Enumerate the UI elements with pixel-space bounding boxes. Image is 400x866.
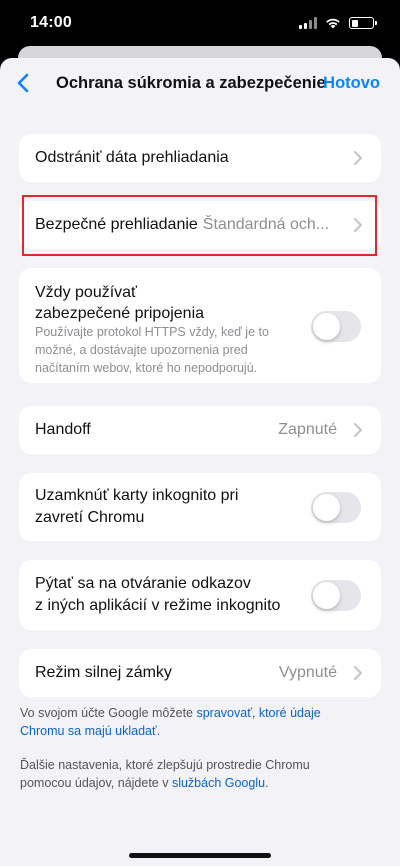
google-services-link[interactable]: službách Googlu <box>172 776 265 790</box>
manage-data-link-cont[interactable]: Chromu sa majú ukladať <box>20 724 157 738</box>
handoff-row[interactable]: Handoff Zapnuté <box>19 406 381 454</box>
clear-browsing-data-label: Odstrániť dáta prehliadania <box>35 149 229 166</box>
cellular-signal-icon <box>299 17 317 29</box>
clear-data-group: Odstrániť dáta prehliadania <box>19 134 381 182</box>
status-icons <box>299 17 377 29</box>
status-time: 14:00 <box>30 14 72 31</box>
lockdown-group: Režim silnej zámky Vypnuté <box>19 649 381 697</box>
phone-screen: 14:00 Ochrana súkromia a zabezpečenie Ho… <box>0 0 400 866</box>
https-label: Vždy používať zabezpečené pripojenia <box>35 284 205 322</box>
lockdown-mode-value: Vypnuté <box>278 664 337 681</box>
toggle-knob <box>313 313 340 340</box>
ask-links-toggle[interactable] <box>311 580 361 611</box>
clear-browsing-data-row[interactable]: Odstrániť dáta prehliadania <box>19 134 381 182</box>
https-group: Vždy používať zabezpečené pripojenia Pou… <box>19 268 381 383</box>
status-bar: 14:00 <box>0 0 400 46</box>
footer-account-note: Vo svojom účte Google môžete spravovať, … <box>20 706 321 738</box>
wifi-icon <box>326 18 340 29</box>
lock-incognito-group: Uzamknúť karty inkognito pri zavretí Chr… <box>19 473 381 541</box>
lockdown-mode-label: Režim silnej zámky <box>35 664 172 681</box>
safe-browsing-group: Bezpečné prehliadanie Štandardná och... <box>19 201 381 249</box>
toggle-knob <box>313 494 340 521</box>
lockdown-mode-row[interactable]: Režim silnej zámky Vypnuté <box>19 649 381 697</box>
battery-icon <box>349 17 377 29</box>
manage-data-link[interactable]: spravovať, ktoré údaje <box>196 706 320 720</box>
chevron-right-icon <box>354 151 362 165</box>
ask-links-label: Pýtať sa na otváranie odkazov z iných ap… <box>35 575 281 614</box>
home-indicator <box>129 853 271 858</box>
chevron-right-icon <box>354 423 362 437</box>
lock-incognito-toggle[interactable] <box>311 492 361 523</box>
chevron-left-icon <box>17 73 29 93</box>
page-title: Ochrana súkromia a zabezpečenie <box>56 74 326 92</box>
handoff-label: Handoff <box>35 421 91 438</box>
handoff-value: Zapnuté <box>278 421 337 438</box>
safe-browsing-row[interactable]: Bezpečné prehliadanie Štandardná och... <box>19 201 381 249</box>
back-button[interactable] <box>10 70 36 96</box>
handoff-group: Handoff Zapnuté <box>19 406 381 454</box>
safe-browsing-label: Bezpečné prehliadanie <box>35 216 198 233</box>
settings-sheet: Ochrana súkromia a zabezpečenie Hotovo O… <box>0 58 400 866</box>
chevron-right-icon <box>354 666 362 680</box>
footer-services-note: Ďalšie nastavenia, ktoré zlepšujú prostr… <box>20 758 310 790</box>
safe-browsing-value: Štandardná och... <box>202 216 330 233</box>
done-button[interactable]: Hotovo <box>323 74 380 93</box>
toggle-knob <box>313 582 340 609</box>
https-toggle[interactable] <box>311 311 361 342</box>
ask-links-group: Pýtať sa na otváranie odkazov z iných ap… <box>19 560 381 630</box>
chevron-right-icon <box>354 218 362 232</box>
https-description: Používajte protokol HTTPS vždy, keď je t… <box>35 325 269 375</box>
lock-incognito-label: Uzamknúť karty inkognito pri zavretí Chr… <box>35 487 239 526</box>
navigation-bar: Ochrana súkromia a zabezpečenie Hotovo <box>0 58 400 110</box>
